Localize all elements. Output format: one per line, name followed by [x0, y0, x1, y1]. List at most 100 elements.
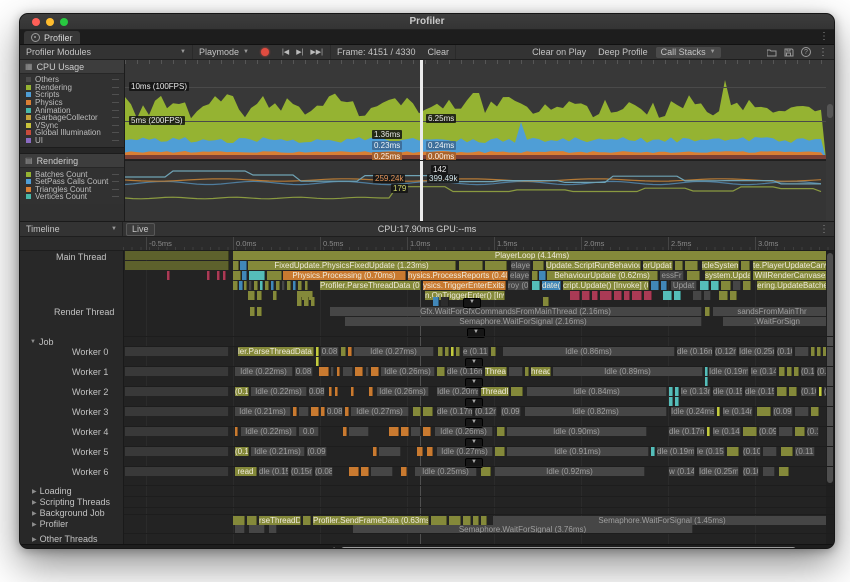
timeline-sample-bar[interactable] — [282, 281, 285, 290]
timeline-sample-bar[interactable] — [369, 387, 373, 396]
timeline-sample-bar[interactable] — [351, 387, 354, 396]
timeline-sample-bar[interactable] — [663, 291, 672, 300]
timeline-sample-bar[interactable] — [632, 291, 642, 300]
timeline-sample-bar[interactable] — [582, 291, 590, 300]
cpu-usage-chart[interactable]: 10ms (100FPS)5ms (200FPS)1.36ms0.23ms0.2… — [125, 60, 826, 161]
timeline-sample-bar[interactable] — [700, 281, 709, 290]
timeline-track[interactable]: PlayerLoop (4.14ms)FixedUpdate.PhysicsFi… — [123, 251, 826, 544]
timeline-sample-bar[interactable] — [411, 427, 421, 436]
timeline-sample-bar[interactable] — [685, 261, 698, 270]
timeline-sample-bar[interactable] — [303, 516, 311, 525]
timeline-sample-bar[interactable] — [711, 281, 719, 290]
timeline-sample-bar[interactable] — [311, 297, 315, 306]
timeline-sample-bar[interactable] — [445, 347, 449, 356]
timeline-sample-bar[interactable]: (0.12m — [715, 347, 737, 356]
timeline-sample-bar[interactable]: Idle (0.82ms) — [525, 407, 667, 416]
timeline-sample-bar[interactable] — [437, 367, 445, 376]
timeline-sample-bar[interactable] — [223, 271, 226, 280]
timeline-sample-bar[interactable] — [456, 347, 460, 356]
timeline-sample-bar[interactable] — [125, 261, 229, 270]
timeline-sample-bar[interactable] — [249, 271, 265, 280]
timeline-sample-bar[interactable]: Semaphore.WaitForSignal (1.45ms) — [493, 516, 826, 525]
timeline-sample-bar[interactable] — [491, 347, 496, 356]
thread-row-loading[interactable]: ▶Loading — [32, 486, 72, 496]
timeline-sample-bar[interactable]: Semaphore.WaitForSignal (2.16ms) — [345, 317, 702, 326]
timeline-sample-bar[interactable]: (0.10 — [743, 467, 759, 476]
timeline-sample-bar[interactable] — [794, 367, 799, 376]
timeline-sample-bar[interactable]: elayedC — [510, 271, 530, 280]
timeline-sample-bar[interactable] — [125, 387, 229, 396]
timeline-sample-bar[interactable]: Idle (0.26ms) — [381, 367, 435, 376]
deep-profile-toggle[interactable]: Deep Profile — [592, 45, 654, 59]
timeline-sample-bar[interactable] — [125, 347, 229, 356]
timeline-sample-bar[interactable]: (0.11n — [817, 367, 826, 376]
timeline-sample-bar[interactable] — [298, 281, 302, 290]
timeline-sample-bar[interactable] — [366, 367, 369, 376]
timeline-sample-bar[interactable] — [401, 467, 407, 476]
timeline-sample-bar[interactable] — [293, 281, 296, 290]
timeline-sample-bar[interactable] — [473, 516, 479, 525]
playmode-dropdown[interactable]: Playmode▼ — [193, 45, 255, 59]
timeline-sample-bar[interactable] — [379, 447, 401, 456]
timeline-sample-bar[interactable]: dle (0.19ms) — [657, 447, 695, 456]
timeline-sample-bar[interactable] — [719, 291, 728, 300]
tab-profiler[interactable]: Profiler — [24, 31, 80, 44]
timeline-sample-bar[interactable] — [795, 347, 809, 356]
timeline-sample-bar[interactable]: (0.11n — [801, 367, 815, 376]
timeline-sample-bar[interactable]: Update.ScriptRunBehaviourUpdate (0.62ms — [546, 261, 641, 270]
timeline-sample-bar[interactable] — [743, 281, 751, 290]
timeline-sample-bar[interactable] — [401, 427, 409, 436]
timeline-sample-bar[interactable]: le (0.14m — [751, 367, 777, 376]
timeline-sample-bar[interactable]: Idle (0.24ms) — [671, 407, 715, 416]
timeline-sample-bar[interactable]: (0.11 — [795, 447, 815, 456]
module-header[interactable]: ▦CPU Usage — [20, 60, 124, 74]
timeline-sample-bar[interactable]: 0.08 — [309, 387, 325, 396]
timeline-sample-bar[interactable] — [570, 291, 580, 300]
timeline-sample-bar[interactable] — [233, 516, 245, 525]
selected-frame-line[interactable] — [420, 60, 423, 160]
prev-frame-button[interactable]: |◀ — [279, 48, 292, 56]
timeline-sample-bar[interactable] — [644, 291, 652, 300]
timeline-sample-bar[interactable] — [240, 261, 247, 270]
timeline-sample-bar[interactable]: Physics.Processing (0.70ms) — [283, 271, 406, 280]
thread-row-other-threads[interactable]: ▶Other Threads — [32, 534, 98, 544]
module-header[interactable]: ▤Rendering — [20, 154, 124, 168]
timeline-sample-bar[interactable]: Idle (0.19ms) — [709, 367, 749, 376]
timeline-sample-bar[interactable] — [316, 357, 319, 366]
timeline-sample-bar[interactable]: ering.UpdateBatches — [757, 281, 826, 290]
timeline-sample-bar[interactable]: Profiler.SendFrameData (0.63ms) — [313, 516, 429, 525]
timeline-sample-bar[interactable] — [355, 367, 363, 376]
timeline-menu-icon[interactable]: ⋮ — [819, 224, 834, 235]
timeline-sample-bar[interactable] — [389, 427, 399, 436]
timeline-sample-bar[interactable] — [532, 271, 538, 280]
legend-item[interactable]: Vertices Count— — [20, 193, 124, 201]
timeline-sample-bar[interactable] — [433, 297, 439, 306]
timeline-sample-bar[interactable] — [319, 367, 329, 376]
scrollbar-thumb[interactable] — [341, 547, 796, 550]
timeline-sample-bar[interactable]: Updat — [671, 281, 697, 290]
timeline-sample-bar[interactable] — [705, 307, 710, 316]
timeline-horizontal-scrollbar[interactable]: ◀ — [20, 544, 834, 549]
timeline-sample-bar[interactable]: (0.10r — [777, 347, 793, 356]
timeline-sample-bar[interactable] — [730, 291, 737, 300]
timeline-sample-bar[interactable] — [297, 297, 302, 306]
timeline-view-dropdown[interactable]: Timeline▼ — [20, 222, 123, 236]
timeline-sample-bar[interactable] — [795, 427, 805, 436]
timeline-sample-bar[interactable] — [787, 367, 792, 376]
live-toggle[interactable]: Live — [126, 223, 155, 236]
timeline-sample-bar[interactable] — [276, 281, 280, 290]
timeline-sample-bar[interactable]: (0.11 — [807, 427, 819, 436]
timeline-sample-bar[interactable] — [675, 387, 679, 396]
profiler-modules-dropdown[interactable]: Profiler Modules▼ — [20, 45, 193, 59]
more-options-icon[interactable]: ⋮ — [818, 48, 828, 57]
timeline-sample-bar[interactable]: roy (0.1 — [508, 281, 529, 290]
timeline-sample-bar[interactable]: orUpdateAn — [643, 261, 673, 270]
timeline-sample-bar[interactable] — [661, 281, 667, 290]
timeline-sample-bar[interactable]: dle (0.17ms — [669, 427, 705, 436]
rendering-chart[interactable]: 142259.24k399.49k179 — [125, 161, 826, 221]
timeline-sample-bar[interactable]: Idle (0.86ms) — [503, 347, 675, 356]
timeline-sample-bar[interactable]: Idle (0.91ms) — [507, 447, 649, 456]
record-button[interactable] — [255, 45, 275, 59]
timeline-sample-bar[interactable] — [705, 367, 708, 376]
timeline-sample-bar[interactable]: le (0.15m — [697, 447, 725, 456]
